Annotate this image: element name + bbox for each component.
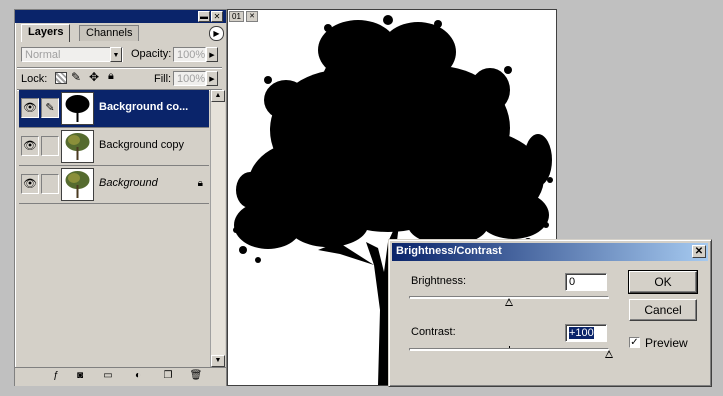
blend-mode-select[interactable]: Normal xyxy=(21,47,123,62)
palette-menu-icon[interactable]: ▶ xyxy=(209,26,224,41)
new-set-icon[interactable]: ▭ xyxy=(101,370,115,382)
lock-move-icon[interactable]: ✥ xyxy=(89,70,99,84)
ok-button[interactable]: OK xyxy=(628,270,698,294)
contrast-label: Contrast: xyxy=(411,326,456,338)
brightness-label: Brightness: xyxy=(411,275,467,287)
brush-icon[interactable]: ✎ xyxy=(41,98,59,118)
dialog-title: Brightness/Contrast xyxy=(396,245,502,257)
eye-icon[interactable]: 👁︎ xyxy=(21,98,39,118)
brightness-contrast-dialog: Brightness/Contrast ✕ Brightness: 0 Cont… xyxy=(388,239,712,387)
trash-icon[interactable]: 🗑︎ xyxy=(189,370,203,382)
opacity-label: Opacity: xyxy=(131,48,172,60)
link-cell[interactable] xyxy=(41,174,59,194)
layer-name[interactable]: Background co... xyxy=(99,101,188,113)
layer-row[interactable]: 👁︎ Background 🔒︎ xyxy=(19,166,209,204)
fill-label: Fill: xyxy=(154,73,172,85)
link-cell[interactable] xyxy=(41,136,59,156)
contrast-input[interactable]: +100 xyxy=(565,324,607,342)
eye-icon[interactable]: 👁︎ xyxy=(21,174,39,194)
adjustment-layer-icon[interactable]: ◐ xyxy=(131,370,145,382)
fill-arrow-icon[interactable]: ▶ xyxy=(206,71,218,86)
layer-thumbnail xyxy=(61,168,94,201)
lock-transparency-icon[interactable] xyxy=(55,72,67,84)
scrollbar[interactable]: ▲ ▼ xyxy=(210,90,225,367)
contrast-slider-thumb[interactable] xyxy=(605,350,613,358)
new-layer-icon[interactable]: ❐ xyxy=(161,370,175,382)
layer-style-icon[interactable]: ƒ xyxy=(49,370,63,382)
contrast-center-tick xyxy=(509,346,510,348)
brightness-slider-thumb[interactable] xyxy=(505,298,513,306)
layer-row[interactable]: 👁︎ ✎ Background co... xyxy=(19,90,209,128)
layers-palette: ▬ ✕ Layers Channels ▶ Normal ▼ Opacity: … xyxy=(14,9,227,386)
lock-all-icon[interactable]: 🔒︎ xyxy=(108,70,114,83)
layer-name[interactable]: Background copy xyxy=(99,139,184,151)
divider xyxy=(17,67,222,68)
scroll-down-icon[interactable]: ▼ xyxy=(211,355,225,367)
palette-titlebar[interactable]: ▬ ✕ xyxy=(15,10,226,23)
lock-label: Lock: xyxy=(21,73,48,85)
tab-channels[interactable]: Channels xyxy=(79,25,140,41)
close-icon[interactable]: ✕ xyxy=(211,11,223,22)
chevron-down-icon[interactable]: ▼ xyxy=(110,47,122,62)
lock-brush-icon[interactable]: ✎ xyxy=(71,70,81,84)
scroll-up-icon[interactable]: ▲ xyxy=(211,90,225,102)
layer-name[interactable]: Background xyxy=(99,177,158,189)
dialog-titlebar[interactable]: Brightness/Contrast ✕ xyxy=(392,243,708,261)
contrast-slider-track[interactable] xyxy=(409,346,609,351)
palette-bottom-bar: ƒ ◙ ▭ ◐ ❐ 🗑︎ xyxy=(15,367,226,386)
layer-row[interactable]: 👁︎ Background copy xyxy=(19,128,209,166)
fill-field[interactable]: 100% xyxy=(173,71,206,86)
mask-icon[interactable]: ◙ xyxy=(73,370,87,382)
lock-icon: 🔒︎ xyxy=(197,178,203,189)
layer-thumbnail xyxy=(61,130,94,163)
layer-thumbnail xyxy=(61,92,94,125)
preview-label: Preview xyxy=(645,336,688,350)
tab-layers[interactable]: Layers xyxy=(21,24,71,42)
opacity-arrow-icon[interactable]: ▶ xyxy=(206,47,218,62)
brightness-input[interactable]: 0 xyxy=(565,273,607,291)
eye-icon[interactable]: 👁︎ xyxy=(21,136,39,156)
close-icon[interactable]: ✕ xyxy=(692,245,706,258)
cancel-button[interactable]: Cancel xyxy=(629,299,697,321)
preview-checkbox[interactable]: ✓ xyxy=(629,337,640,348)
minimize-icon[interactable]: ▬ xyxy=(198,11,210,22)
opacity-field[interactable]: 100% xyxy=(173,47,206,62)
